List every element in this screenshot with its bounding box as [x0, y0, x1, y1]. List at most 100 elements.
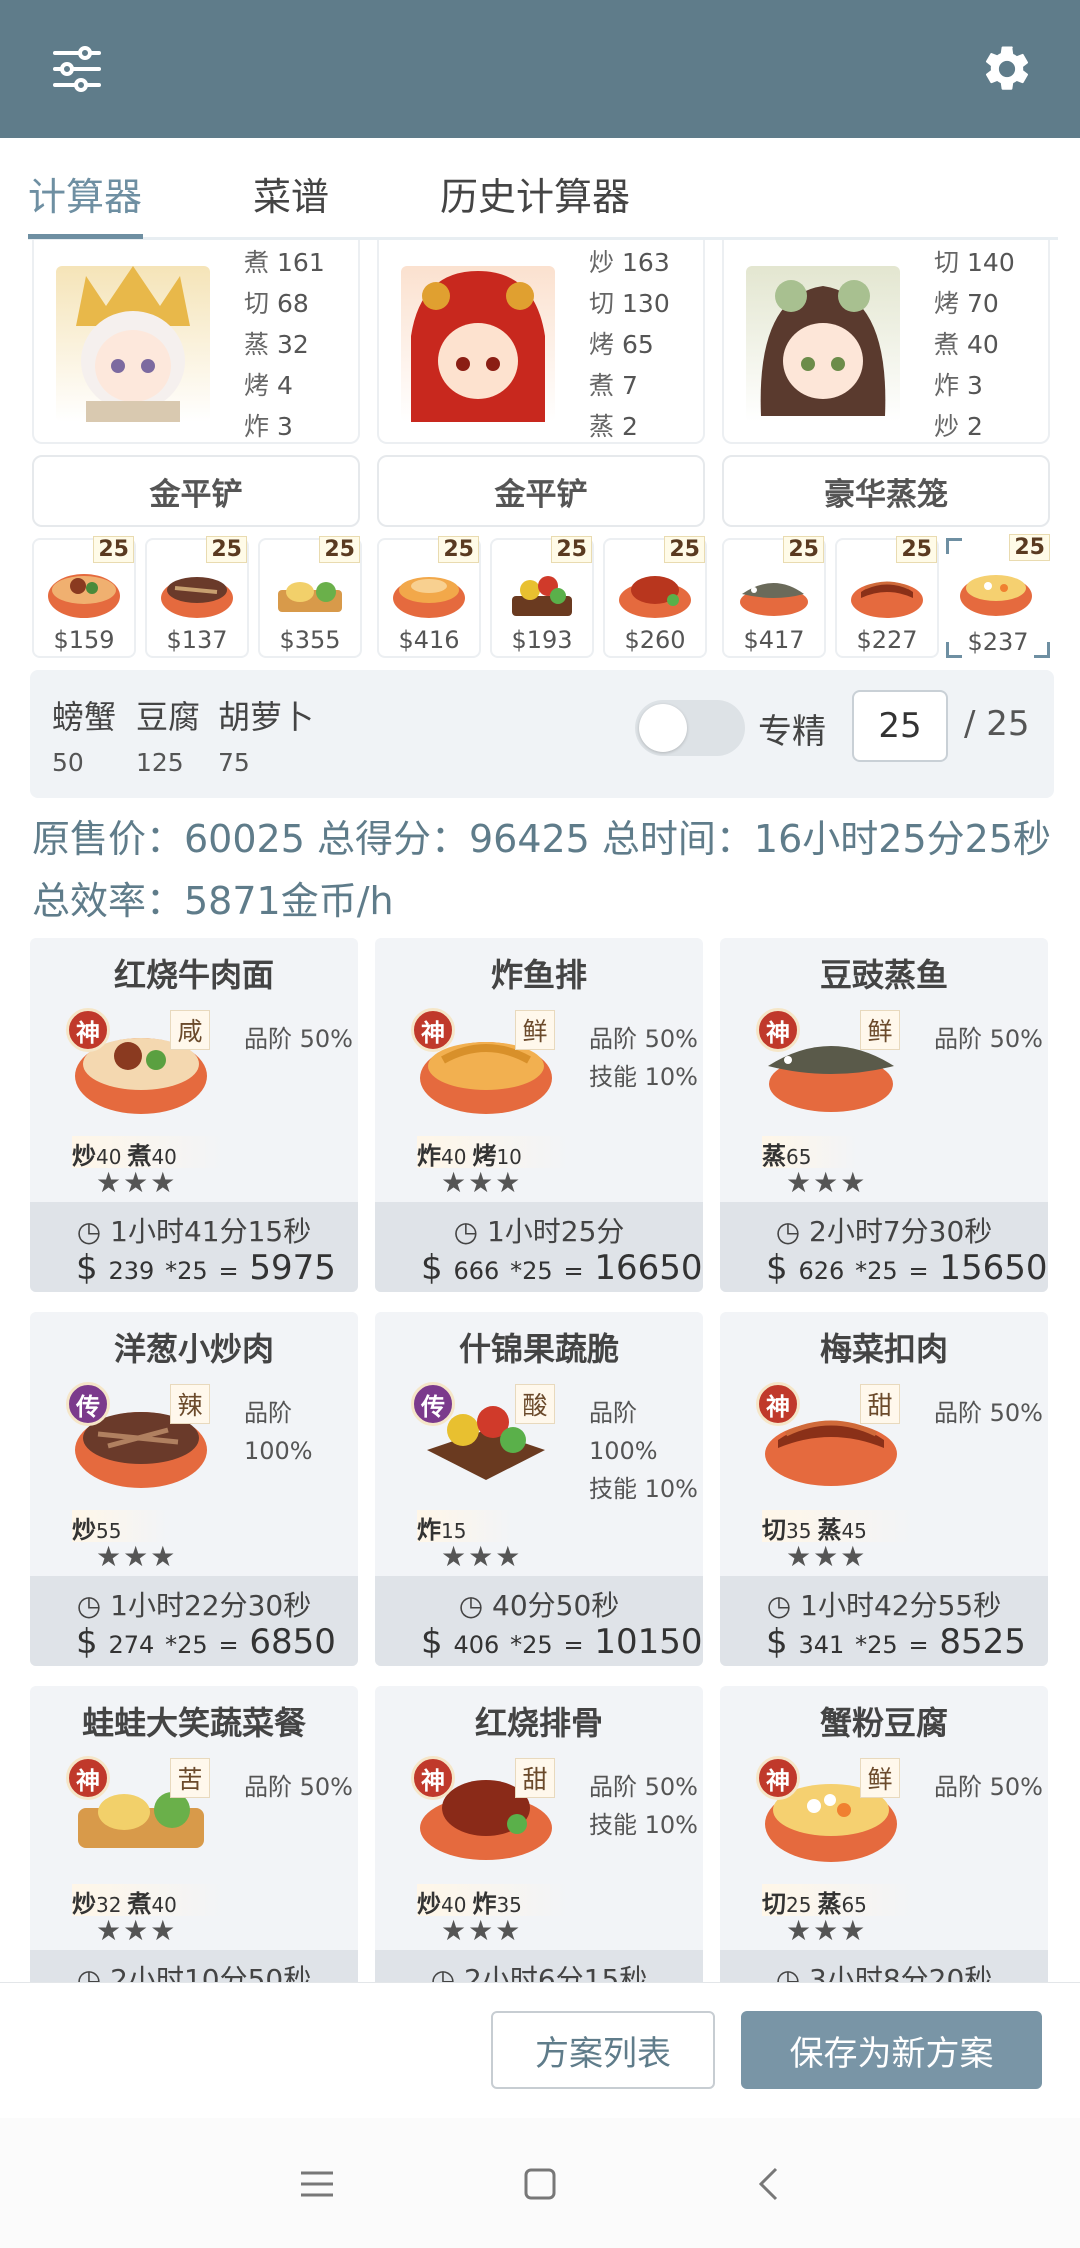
recipe-slot[interactable]: 25 $260: [603, 536, 707, 658]
dish-earnings: $ 666 *25 = 16650: [421, 1248, 703, 1288]
tab-recipes[interactable]: 菜谱: [253, 166, 329, 221]
equip-slot[interactable]: 豪华蒸笼: [722, 455, 1050, 527]
recipe-slot[interactable]: 25 $417: [722, 536, 826, 658]
flavor-tag: 鲜: [860, 1010, 900, 1050]
dish-stats: ◷ 1小时25分 $ 666 *25 = 16650: [375, 1202, 703, 1292]
dish-card[interactable]: 蟹粉豆腐 神 鲜 品阶 50% 切25 蒸65 ★★★ ◷ 3小时8分20秒: [720, 1686, 1048, 1982]
toggle-knob: [639, 704, 687, 752]
bonus-info: 品阶 50%: [934, 1773, 1043, 1801]
cook-time: ◷ 2小时7分30秒: [775, 1215, 993, 1248]
recipe-qty: 25: [438, 536, 479, 563]
star-rating: ★★★: [441, 1540, 523, 1573]
dish-earnings: $ 274 *25 = 6850: [76, 1622, 336, 1662]
star-rating: ★★★: [96, 1166, 178, 1199]
recipe-slot[interactable]: 25 $137: [145, 536, 249, 658]
material-name: 胡萝卜: [218, 698, 315, 736]
bonus-info: 品阶 50% 技能 10%: [589, 1773, 698, 1839]
rarity-badge: 传: [66, 1382, 110, 1426]
rarity-badge: 神: [756, 1382, 800, 1426]
sliders-icon[interactable]: [42, 34, 112, 104]
bonus-info: 品阶 100%: [244, 1399, 313, 1465]
rarity-badge: 神: [756, 1756, 800, 1800]
rarity-badge: 传: [411, 1382, 455, 1426]
dish-name: 蛙蛙大笑蔬菜餐: [81, 1704, 306, 1742]
flavor-tag: 甜: [515, 1758, 555, 1798]
recipe-price: $260: [624, 626, 686, 654]
scroll-content[interactable]: 煮 161 切 68 蒸 32 烤4 炸3 炒 163 切 130 烤 65 煮7 蒸2 切…: [0, 240, 1080, 1982]
dish-card[interactable]: 什锦果蔬脆 传 酸 品阶 100% 技能 10% 炸15 ★★★ ◷ 40分50秒…: [375, 1312, 703, 1666]
recipe-qty: 25: [896, 536, 937, 563]
recipe-price: $193: [511, 626, 573, 654]
recipe-slot[interactable]: 25 $416: [377, 536, 481, 658]
specialize-label: 专精: [758, 712, 826, 752]
recipe-slot[interactable]: 25 $159: [32, 536, 136, 658]
dish-card[interactable]: 红烧牛肉面 神 咸 品阶 50% 炒40 煮40 ★★★ ◷ 1小时41分15秒 …: [30, 938, 358, 1292]
dish-image: [619, 576, 691, 618]
rarity-badge: 神: [66, 1008, 110, 1052]
cook-time: ◷ 2小时10分50秒: [76, 1963, 312, 1982]
gear-icon[interactable]: [972, 34, 1042, 104]
tab-history[interactable]: 历史计算器: [440, 166, 630, 221]
tab-indicator: [28, 234, 143, 239]
recipe-slot-selected[interactable]: 25 $237: [946, 534, 1050, 658]
material-name: 豆腐: [136, 698, 201, 736]
chef-skills: 煮 161 切 68 蒸 32 烤4 炸3: [244, 248, 325, 441]
dish-stats: ◷ 2小时10分50秒: [30, 1950, 358, 1982]
chef-avatar: [56, 266, 210, 422]
dish-card[interactable]: 洋葱小炒肉 传 辣 品阶 100% 炒55 ★★★ ◷ 1小时22分30秒 $ …: [30, 1312, 358, 1666]
chef-card[interactable]: 煮 161 切 68 蒸 32 烤4 炸3: [32, 240, 360, 444]
recipe-qty: 25: [93, 536, 134, 563]
recipe-slot[interactable]: 25 $193: [490, 536, 594, 658]
recipe-qty: 25: [206, 536, 247, 563]
dish-card[interactable]: 梅菜扣肉 神 甜 品阶 50% 切35 蒸45 ★★★ ◷ 1小时42分55秒 $…: [720, 1312, 1048, 1666]
cook-time: ◷ 3小时8分20秒: [775, 1963, 993, 1982]
dish-stats: ◷ 2小时7分30秒 $ 626 *25 = 15650: [720, 1202, 1048, 1292]
dish-stats: ◷ 3小时8分20秒: [720, 1950, 1048, 1982]
skill-requirements: 炒32 煮40: [72, 1884, 223, 1918]
star-rating: ★★★: [441, 1166, 523, 1199]
dish-card[interactable]: 红烧排骨 神 甜 品阶 50% 技能 10% 炒40 炸35 ★★★ ◷ 2小时6分…: [375, 1686, 703, 1982]
home-icon[interactable]: [510, 2154, 570, 2214]
skill-requirements: 炒40 炸35: [417, 1884, 568, 1918]
specialize-input[interactable]: 25: [852, 690, 948, 762]
chef-card[interactable]: 切 140 烤 70 煮 40 炸3 炒2: [722, 240, 1050, 444]
recipe-qty: 25: [783, 536, 824, 563]
recipe-price: $137: [166, 626, 228, 654]
chef-card[interactable]: 炒 163 切 130 烤 65 煮7 蒸2: [377, 240, 705, 444]
back-icon[interactable]: [738, 2154, 798, 2214]
material-value: 50: [52, 748, 84, 777]
dish-earnings: $ 406 *25 = 10150: [421, 1622, 703, 1662]
plan-list-button[interactable]: 方案列表: [491, 2011, 715, 2089]
save-new-plan-button[interactable]: 保存为新方案: [741, 2011, 1042, 2089]
dish-earnings: $ 341 *25 = 8525: [766, 1622, 1026, 1662]
equip-slot[interactable]: 金平铲: [32, 455, 360, 527]
equip-slot[interactable]: 金平铲: [377, 455, 705, 527]
recipe-qty: 25: [1009, 534, 1050, 561]
dish-name: 梅菜扣肉: [819, 1330, 948, 1368]
flavor-tag: 辣: [170, 1384, 210, 1424]
material-name: 螃蟹: [52, 698, 117, 736]
dish-card[interactable]: 豆豉蒸鱼 神 鲜 品阶 50% 蒸65 ★★★ ◷ 2小时7分30秒 $ 626…: [720, 938, 1048, 1292]
rarity-badge: 神: [66, 1756, 110, 1800]
specialize-toggle[interactable]: [635, 700, 745, 756]
recipe-slot[interactable]: 25 $227: [835, 536, 939, 658]
dish-name: 洋葱小炒肉: [113, 1330, 274, 1368]
tab-calculator[interactable]: 计算器: [28, 166, 142, 221]
flavor-tag: 酸: [515, 1384, 555, 1424]
recipe-slot[interactable]: 25 $355: [258, 536, 362, 658]
dish-card[interactable]: 蛙蛙大笑蔬菜餐 神 苦 品阶 50% 炒32 煮40 ★★★ ◷ 2小时10分50…: [30, 1686, 358, 1982]
recipe-qty: 25: [551, 536, 592, 563]
flavor-tag: 鲜: [860, 1758, 900, 1798]
specialize-max: / 25: [964, 704, 1030, 744]
dish-earnings: $ 239 *25 = 5975: [76, 1248, 336, 1288]
skill-requirements: 切35 蒸45: [762, 1510, 913, 1544]
cook-time: ◷ 1小时22分30秒: [76, 1589, 312, 1622]
flavor-tag: 苦: [170, 1758, 210, 1798]
dish-stats: ◷ 1小时42分55秒 $ 341 *25 = 8525: [720, 1576, 1048, 1666]
menu-icon[interactable]: [287, 2154, 347, 2214]
action-bar: 方案列表 保存为新方案: [0, 1982, 1080, 2118]
bonus-info: 品阶 50%: [934, 1399, 1043, 1427]
dish-card[interactable]: 炸鱼排 神 鲜 品阶 50% 技能 10% 炸40 烤10 ★★★ ◷ 1小时25分…: [375, 938, 703, 1292]
dish-stats: ◷ 40分50秒 $ 406 *25 = 10150: [375, 1576, 703, 1666]
recipe-price: $417: [743, 626, 805, 654]
